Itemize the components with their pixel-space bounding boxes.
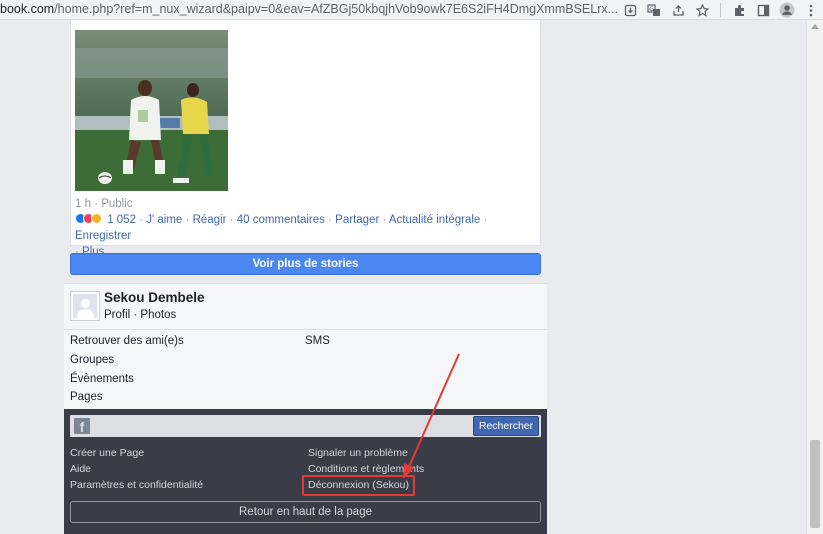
install-icon[interactable] bbox=[621, 1, 639, 19]
kebab-menu-icon[interactable] bbox=[802, 1, 820, 19]
footer: f Rechercher Créer une Page Signaler un … bbox=[64, 409, 547, 534]
full-story-link[interactable]: Actualité intégrale bbox=[389, 214, 480, 226]
groups-link[interactable]: Groupes bbox=[70, 354, 114, 366]
share-icon[interactable] bbox=[669, 1, 687, 19]
page-scrollbar[interactable] bbox=[806, 20, 823, 534]
bookmark-star-icon[interactable] bbox=[693, 1, 711, 19]
profile-block: Sekou Dembele Profil · Photos bbox=[64, 283, 547, 330]
search-button[interactable]: Rechercher bbox=[473, 416, 539, 436]
like-link[interactable]: J' aime bbox=[146, 214, 182, 226]
avatar[interactable] bbox=[70, 291, 100, 321]
browser-toolbar: book.com/home.php?ref=m_nux_wizard&paipv… bbox=[0, 0, 823, 20]
page-viewport: 1 h · Public 1 052 · J' aime · Réagir · … bbox=[0, 20, 806, 534]
facebook-logo-icon[interactable]: f bbox=[74, 418, 90, 435]
browser-icons: G bbox=[618, 0, 823, 20]
profile-links[interactable]: Profil · Photos bbox=[104, 309, 176, 321]
url-host: book.com bbox=[0, 2, 55, 16]
help-link[interactable]: Aide bbox=[70, 463, 91, 475]
scroll-thumb[interactable] bbox=[810, 440, 820, 528]
privacy-settings-link[interactable]: Paramètres et confidentialité bbox=[70, 479, 203, 491]
toolbar-divider bbox=[720, 3, 721, 17]
events-link[interactable]: Évènements bbox=[70, 373, 134, 385]
url-path: /home.php?ref=m_nux_wizard&paipv=0&eav=A… bbox=[54, 2, 619, 16]
back-to-top-button[interactable]: Retour en haut de la page bbox=[70, 501, 541, 523]
translate-icon[interactable]: G bbox=[645, 1, 663, 19]
save-link[interactable]: Enregistrer bbox=[75, 230, 131, 242]
post-meta: 1 h · Public bbox=[75, 198, 133, 210]
address-bar[interactable]: book.com/home.php?ref=m_nux_wizard&paipv… bbox=[0, 2, 618, 16]
care-reaction-icon bbox=[91, 213, 102, 224]
post-photo[interactable] bbox=[75, 30, 228, 191]
svg-text:G: G bbox=[649, 6, 654, 13]
extensions-icon[interactable] bbox=[730, 1, 748, 19]
pages-link[interactable]: Pages bbox=[70, 391, 103, 403]
logout-highlight-box bbox=[302, 475, 415, 496]
create-page-link[interactable]: Créer une Page bbox=[70, 447, 144, 459]
profile-avatar-icon[interactable] bbox=[778, 1, 796, 19]
sms-link[interactable]: SMS bbox=[305, 335, 330, 347]
quick-links: Retrouver des ami(e)s SMS Groupes Évènem… bbox=[64, 330, 547, 410]
terms-link[interactable]: Conditions et règlements bbox=[308, 463, 424, 475]
side-panel-icon[interactable] bbox=[754, 1, 772, 19]
profile-name[interactable]: Sekou Dembele bbox=[104, 290, 205, 305]
story-card: 1 h · Public 1 052 · J' aime · Réagir · … bbox=[70, 20, 541, 258]
share-link[interactable]: Partager bbox=[335, 214, 379, 226]
comments-link[interactable]: 40 commentaires bbox=[237, 214, 325, 226]
scroll-up-icon[interactable] bbox=[811, 24, 819, 29]
see-more-stories-button[interactable]: Voir plus de stories bbox=[70, 253, 541, 275]
default-avatar-icon bbox=[73, 294, 97, 319]
react-link[interactable]: Réagir bbox=[193, 214, 227, 226]
reaction-count[interactable]: 1 052 bbox=[107, 214, 136, 226]
screen: book.com/home.php?ref=m_nux_wizard&paipv… bbox=[0, 0, 823, 534]
find-friends-link[interactable]: Retrouver des ami(e)s bbox=[70, 335, 184, 347]
search-bar[interactable]: f Rechercher bbox=[70, 415, 541, 437]
report-problem-link[interactable]: Signaler un problème bbox=[308, 447, 408, 459]
